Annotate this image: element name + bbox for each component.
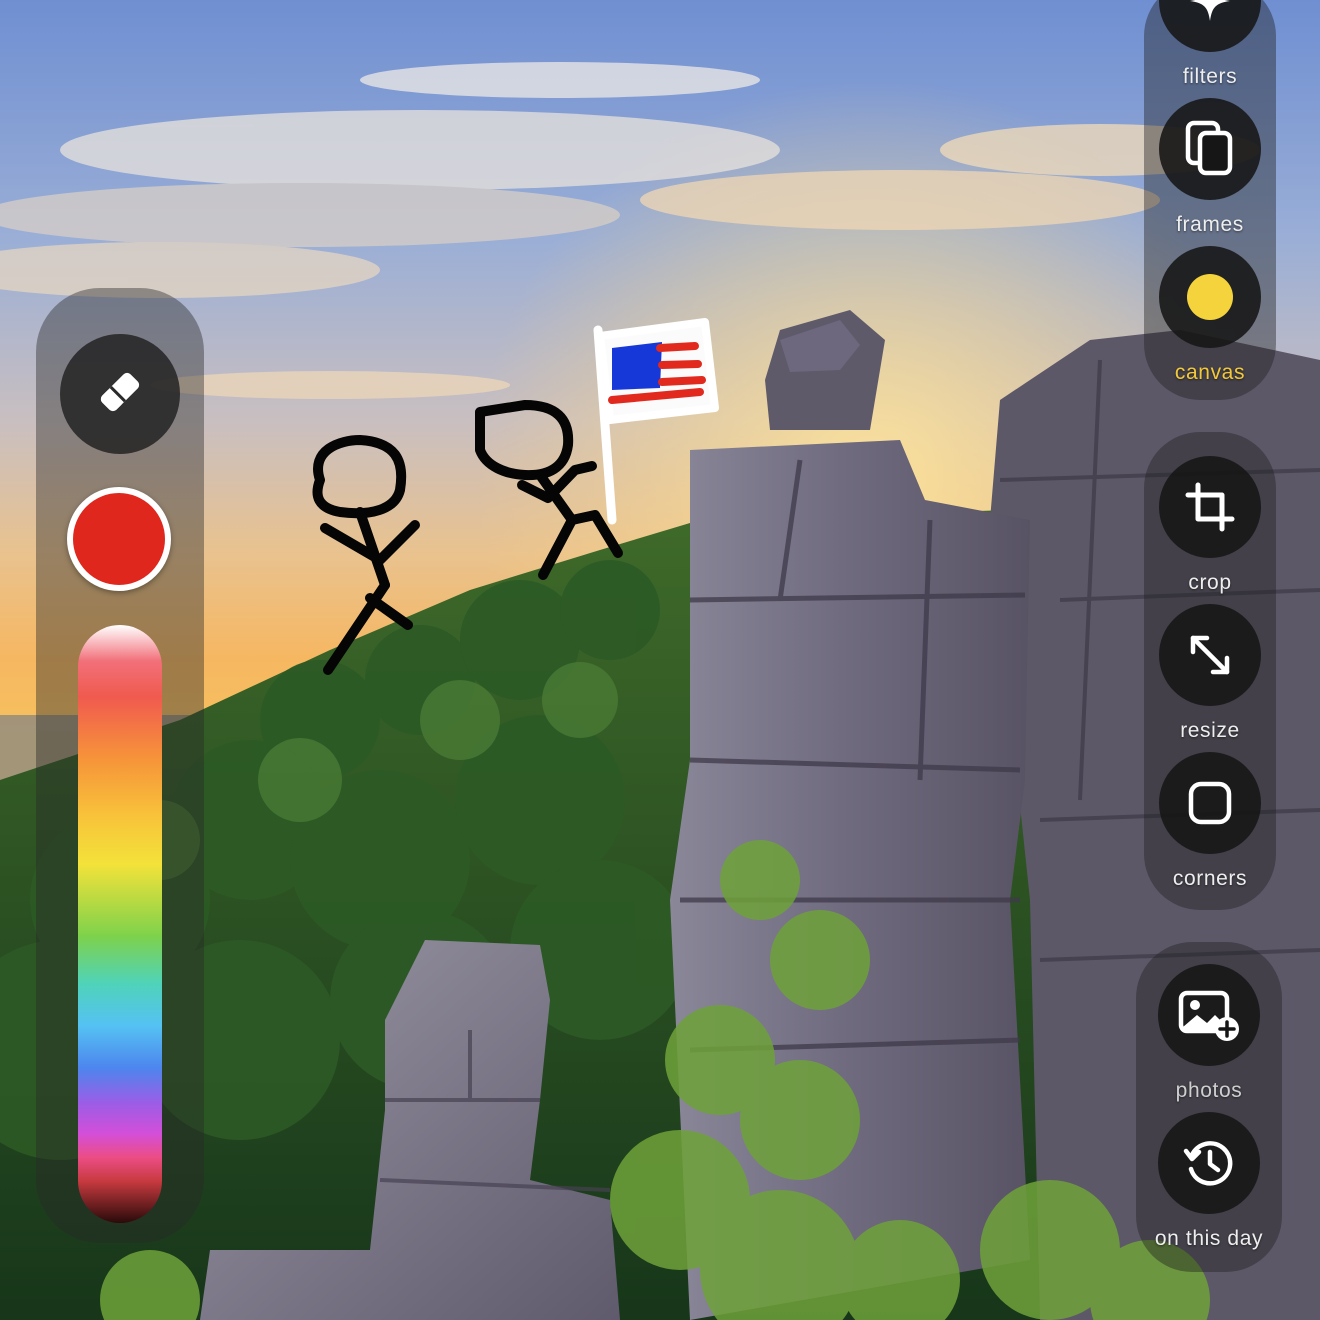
crop-icon <box>1184 481 1236 533</box>
canvas-label: canvas <box>1174 361 1246 384</box>
frames-label: frames <box>1176 213 1244 236</box>
toolbar-group-style: filters frames canvas <box>1144 0 1276 400</box>
canvas-color-dot-icon <box>1186 273 1234 321</box>
corners-label: corners <box>1172 867 1248 890</box>
resize-button[interactable]: resize <box>1144 604 1276 744</box>
drawing-palette <box>36 288 204 1243</box>
canvas-button[interactable]: canvas <box>1144 246 1276 386</box>
color-hue-slider[interactable] <box>78 625 162 1223</box>
sparkle-icon <box>1188 0 1232 23</box>
toolbar-group-library: photos on this day <box>1136 942 1282 1272</box>
on-this-day-label: on this day <box>1154 1227 1264 1250</box>
eraser-icon <box>90 362 150 427</box>
add-photo-icon <box>1177 987 1241 1043</box>
filters-label: filters <box>1182 65 1238 88</box>
selected-color-swatch[interactable] <box>67 487 171 591</box>
eraser-button[interactable] <box>60 334 180 454</box>
photos-button[interactable]: photos <box>1136 964 1282 1104</box>
crop-button[interactable]: crop <box>1144 456 1276 596</box>
on-this-day-button[interactable]: on this day <box>1136 1112 1282 1252</box>
history-clock-icon <box>1183 1137 1235 1189</box>
resize-arrows-icon <box>1187 632 1233 678</box>
frames-button[interactable]: frames <box>1144 98 1276 238</box>
frames-icon <box>1184 119 1236 179</box>
filters-button[interactable]: filters <box>1144 0 1276 90</box>
corners-button[interactable]: corners <box>1144 752 1276 892</box>
toolbar-group-geometry: crop resize corners <box>1144 432 1276 910</box>
photos-label: photos <box>1175 1079 1243 1102</box>
resize-label: resize <box>1180 719 1240 742</box>
crop-label: crop <box>1188 571 1232 594</box>
rounded-square-icon <box>1187 780 1233 826</box>
